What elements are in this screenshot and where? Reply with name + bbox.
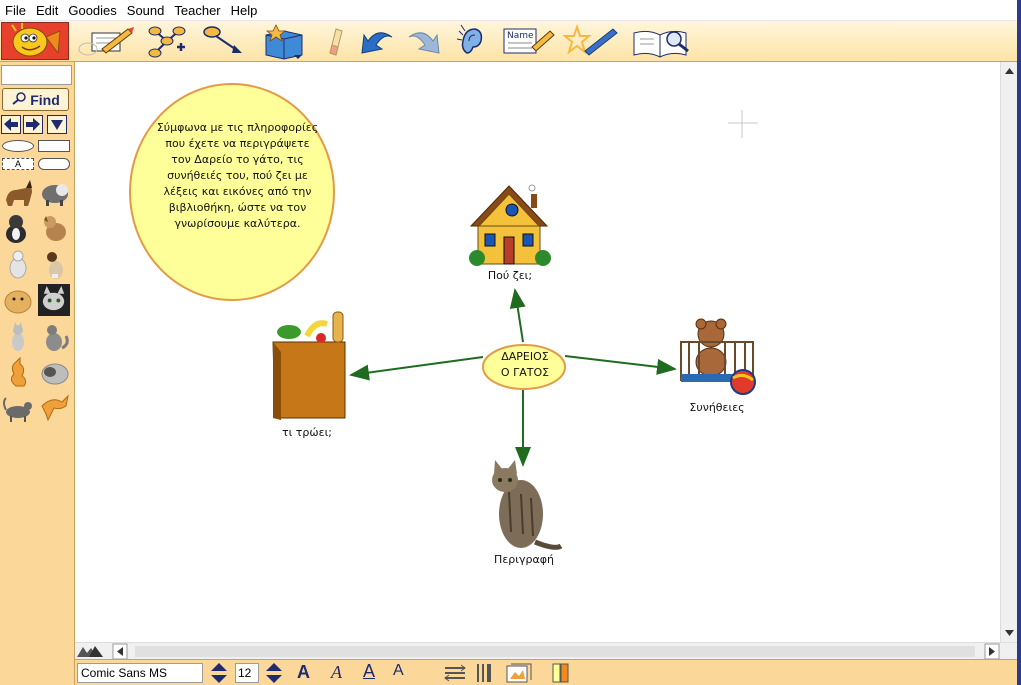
teddy-playpen-picture[interactable]	[680, 318, 756, 395]
central-topic-line1: ΔΑΡΕΙΟΣ	[501, 350, 549, 363]
picture-to-topic-tool[interactable]	[78, 23, 136, 59]
central-topic-line2: Ο ΓΑΤΟΣ	[500, 366, 550, 379]
underline-button[interactable]: A	[363, 661, 375, 682]
dog-shepherd-icon[interactable]	[2, 176, 35, 209]
grocery-bag-picture[interactable]	[272, 311, 346, 420]
menu-file[interactable]: File	[0, 0, 31, 21]
cat-orange-icon[interactable]	[2, 356, 35, 389]
undo-tool[interactable]	[358, 23, 398, 59]
scroll-up-icon	[1005, 68, 1014, 74]
toolbar: Name	[0, 21, 1017, 62]
font-size-field[interactable]: 12	[235, 663, 259, 683]
font-family-select[interactable]: Comic Sans MS	[77, 663, 203, 683]
find-label: Find	[30, 91, 60, 108]
link-arrow-food[interactable]	[349, 356, 484, 381]
app-logo[interactable]	[1, 22, 69, 60]
rectangle-shape-tool[interactable]	[38, 140, 70, 152]
picture-frame-icon[interactable]	[505, 662, 533, 684]
rounded-shape-tool[interactable]	[38, 158, 70, 170]
symbol-search-input[interactable]	[1, 65, 72, 85]
menu-bar: File Edit Goodies Sound Teacher Help	[0, 0, 1017, 21]
link-tool[interactable]	[200, 23, 248, 59]
next-arrow-icon[interactable]	[23, 115, 43, 134]
cat-photo-picture[interactable]	[492, 460, 563, 550]
text-shape-tool[interactable]: A	[2, 158, 34, 170]
cat-sitting-icon[interactable]	[38, 320, 71, 353]
topic-label-house[interactable]: Πού ζει;	[480, 269, 540, 282]
dog-white-icon[interactable]	[2, 248, 35, 281]
cat-gray-icon[interactable]	[2, 320, 35, 353]
topic-label-habits[interactable]: Συνήθειες	[679, 401, 755, 414]
cat-jumping-icon[interactable]	[38, 392, 71, 425]
central-topic-text: ΔΑΡΕΙΟΣ Ο ΓΑΤΟΣ	[485, 349, 565, 381]
bold-button[interactable]: A	[297, 662, 310, 683]
topic-label-food[interactable]: τι τρώει;	[277, 426, 337, 439]
menu-goodies[interactable]: Goodies	[63, 0, 121, 21]
line-thickness-icon[interactable]	[475, 663, 497, 683]
find-button[interactable]: Find	[2, 88, 69, 111]
font-stepper-icon[interactable]	[209, 662, 229, 684]
menu-edit[interactable]: Edit	[31, 0, 63, 21]
dog-retriever-icon[interactable]	[2, 284, 35, 317]
draw-tool[interactable]	[563, 23, 621, 59]
topic-label-description[interactable]: Περιγραφή	[485, 553, 563, 566]
crosshair-cursor	[728, 110, 758, 138]
link-arrow-house[interactable]	[509, 288, 526, 343]
line-style-icon[interactable]	[443, 663, 467, 683]
eraser-tool[interactable]	[322, 23, 348, 59]
note-text: Σύμφωνα με τις πληροφορίες που έχετε να …	[156, 121, 319, 230]
diagram-canvas[interactable]: Σύμφωνα με τις πληροφορίες που έχετε να …	[75, 62, 1000, 642]
cat-lying-icon[interactable]	[38, 356, 71, 389]
magnifier-icon	[11, 91, 27, 108]
dog-sitting-icon[interactable]	[38, 248, 71, 281]
previous-arrow-icon[interactable]	[1, 115, 21, 134]
font-size-button[interactable]: A	[393, 662, 404, 680]
create-topic-tool[interactable]	[145, 23, 189, 59]
size-stepper-icon[interactable]	[264, 662, 284, 684]
italic-button[interactable]: A	[331, 662, 342, 683]
oval-shape-tool[interactable]	[2, 140, 34, 152]
dropdown-arrow-icon[interactable]	[47, 115, 67, 134]
vertical-scrollbar[interactable]	[1000, 62, 1017, 642]
dog-sheepdog-icon[interactable]	[38, 176, 71, 209]
link-arrow-habits[interactable]	[564, 355, 677, 375]
format-bar: Comic Sans MS 12 A A A A	[75, 659, 1017, 685]
menu-sound[interactable]: Sound	[122, 0, 170, 21]
menu-help[interactable]: Help	[226, 0, 263, 21]
cat-photo-icon[interactable]	[38, 284, 70, 316]
symbol-palette: Find A	[0, 62, 75, 685]
listen-tool[interactable]	[455, 23, 489, 59]
redo-tool[interactable]	[403, 23, 443, 59]
horizontal-scrollbar[interactable]	[75, 642, 1017, 660]
app-window: File Edit Goodies Sound Teacher Help Nam…	[0, 0, 1021, 685]
notes-tool[interactable]	[630, 23, 694, 59]
svg-text:Name: Name	[507, 31, 534, 41]
house-picture[interactable]	[469, 184, 551, 266]
arrange-tool[interactable]	[262, 23, 306, 60]
color-picker-icon[interactable]	[551, 662, 571, 684]
dog-terrier-icon[interactable]	[38, 212, 71, 245]
dog-spaniel-icon[interactable]	[2, 212, 35, 245]
scroll-down-icon	[1005, 630, 1014, 636]
cat-walking-icon[interactable]	[2, 392, 35, 425]
menu-teacher[interactable]: Teacher	[169, 0, 225, 21]
name-tool[interactable]: Name	[502, 23, 556, 59]
